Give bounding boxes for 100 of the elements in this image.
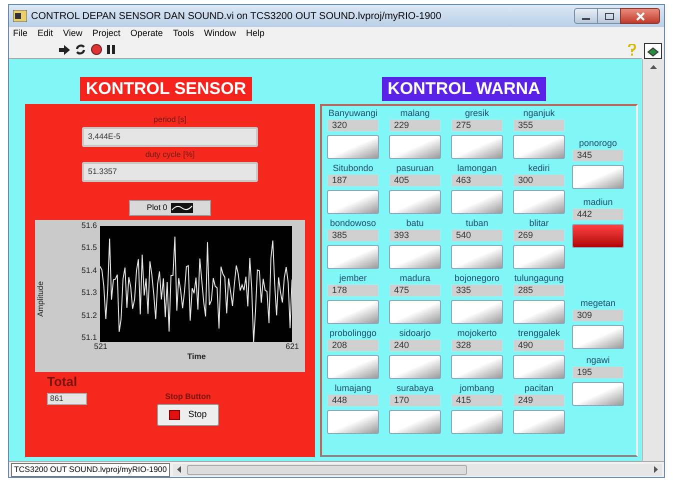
field-label: period [s] (154, 114, 186, 125)
sine-wave-icon (171, 203, 194, 213)
close-icon (636, 12, 644, 20)
numeric-field: 51.3357 (82, 162, 258, 182)
maximize-button[interactable] (598, 8, 620, 24)
indicator-label: bondowoso (330, 218, 376, 229)
indicator-label: kediri (528, 163, 550, 174)
numeric-indicator: 195 (572, 366, 624, 379)
tick-label: 51.3 (81, 288, 97, 298)
scroll-left-icon[interactable] (176, 466, 181, 473)
indicator-label: madiun (583, 197, 613, 208)
field-label: duty cycle [%] (145, 149, 195, 160)
numeric-indicator: 540 (451, 229, 503, 242)
numeric-indicator: 405 (389, 174, 441, 187)
numeric-indicator: 240 (389, 339, 441, 352)
indicator-label: Situbondo (332, 163, 374, 174)
abort-icon[interactable] (91, 44, 102, 55)
minimize-button[interactable] (574, 8, 598, 24)
horizontal-scrollbar[interactable] (172, 464, 662, 476)
menu-item[interactable]: Window (204, 27, 236, 41)
indicator-label: ngawi (586, 355, 610, 366)
indicator-label: mojokerto (457, 328, 497, 339)
tick-label: 51.4 (81, 266, 97, 276)
indicator-label: jember (339, 273, 367, 284)
indicator-label: malang (400, 108, 430, 119)
numeric-indicator: 328 (451, 339, 503, 352)
numeric-indicator: 463 (451, 174, 503, 187)
axis-title: Amplitude (35, 281, 46, 317)
numeric-indicator: 300 (513, 174, 565, 187)
scroll-up-icon[interactable] (650, 65, 657, 69)
indicator-label: nganjuk (523, 108, 555, 119)
project-path: TCS3200 OUT SOUND.lvproj/myRIO-1900 (11, 462, 170, 476)
indicator-label: batu (406, 218, 424, 229)
indicator-label: gresik (464, 108, 489, 119)
indicator-label: blitar (529, 218, 549, 229)
tick-label: 51.6 (81, 221, 97, 231)
close-button[interactable] (620, 8, 660, 24)
panel-title: KONTROL SENSOR (80, 77, 252, 101)
numeric-indicator: 442 (572, 208, 624, 221)
indicator-label: trenggalek (518, 328, 560, 339)
pause-icon[interactable] (107, 45, 115, 54)
numeric-indicator: 170 (389, 394, 441, 407)
tick-label: 521 (94, 342, 108, 352)
menu-item[interactable]: Help (246, 27, 264, 41)
app-icon (13, 10, 27, 22)
numeric-indicator: 335 (451, 284, 503, 297)
menu-item[interactable]: Edit (38, 27, 54, 41)
indicator-label: tuban (466, 218, 488, 229)
indicator-label: lamongan (457, 163, 497, 174)
numeric-indicator: 320 (327, 119, 379, 132)
numeric-indicator: 490 (513, 339, 565, 352)
numeric-indicator: 208 (327, 339, 379, 352)
numeric-indicator: 393 (389, 229, 441, 242)
stop-button[interactable]: Stop (157, 404, 219, 426)
menu-item[interactable]: Operate (130, 27, 163, 41)
indicator-label: Banyuwangi (328, 108, 378, 119)
indicator-label: jombang (460, 383, 494, 394)
tick-label: 51.5 (81, 243, 97, 254)
indicator-label: megetan (580, 298, 616, 309)
numeric-indicator: 269 (513, 229, 565, 242)
numeric-indicator: 475 (389, 284, 441, 297)
window-title: CONTROL DEPAN SENSOR DAN SOUND.vi on TCS3200 OUT SOUND.lvproj/myRIO-1900 (31, 10, 442, 24)
numeric-indicator: 345 (572, 149, 624, 162)
numeric-indicator: 448 (327, 394, 379, 407)
tick-label: 621 (286, 342, 299, 352)
numeric-indicator: 415 (451, 394, 503, 407)
run-arrow-icon[interactable] (59, 44, 70, 54)
scroll-thumb[interactable] (186, 464, 467, 474)
menu-item[interactable]: File (13, 27, 28, 41)
vi-icon[interactable] (644, 43, 662, 59)
numeric-indicator: 309 (572, 309, 624, 322)
menu-item[interactable]: Tools (172, 27, 194, 41)
run-continuously-icon[interactable] (75, 44, 86, 55)
indicator-label: tulungagung (514, 273, 564, 284)
numeric-field: 3,444E-5 (82, 127, 258, 147)
stop-label: Stop Button (165, 392, 211, 402)
axis-title: Time (187, 352, 206, 362)
panel-title: KONTROL WARNA (382, 77, 546, 101)
scroll-right-icon[interactable] (654, 466, 658, 473)
numeric-indicator: 385 (327, 229, 379, 242)
total-label: Total (47, 374, 78, 389)
numeric-indicator: 275 (451, 119, 503, 132)
indicator-label: ponorogo (578, 138, 618, 149)
indicator-label: bojonegoro (454, 273, 500, 284)
numeric-indicator: 178 (327, 284, 379, 297)
indicator-label: sidoarjo (399, 328, 431, 339)
plot-legend[interactable]: Plot 0 (129, 200, 211, 216)
menu-item[interactable]: Project (92, 27, 120, 41)
numeric-indicator: 355 (513, 119, 565, 132)
indicator-label: lumajang (334, 383, 372, 394)
numeric-indicator: 285 (513, 284, 565, 297)
menu-item[interactable]: View (63, 27, 82, 41)
tick-label: 51.1 (81, 332, 97, 343)
vertical-scrollbar[interactable] (642, 59, 664, 461)
indicator-label: madura (400, 273, 430, 284)
numeric-indicator: 249 (513, 394, 565, 407)
indicator-label: surabaya (396, 383, 434, 394)
tick-label: 51.2 (81, 310, 97, 321)
total-field: 861 (47, 393, 87, 405)
stop-light-icon (169, 410, 180, 420)
